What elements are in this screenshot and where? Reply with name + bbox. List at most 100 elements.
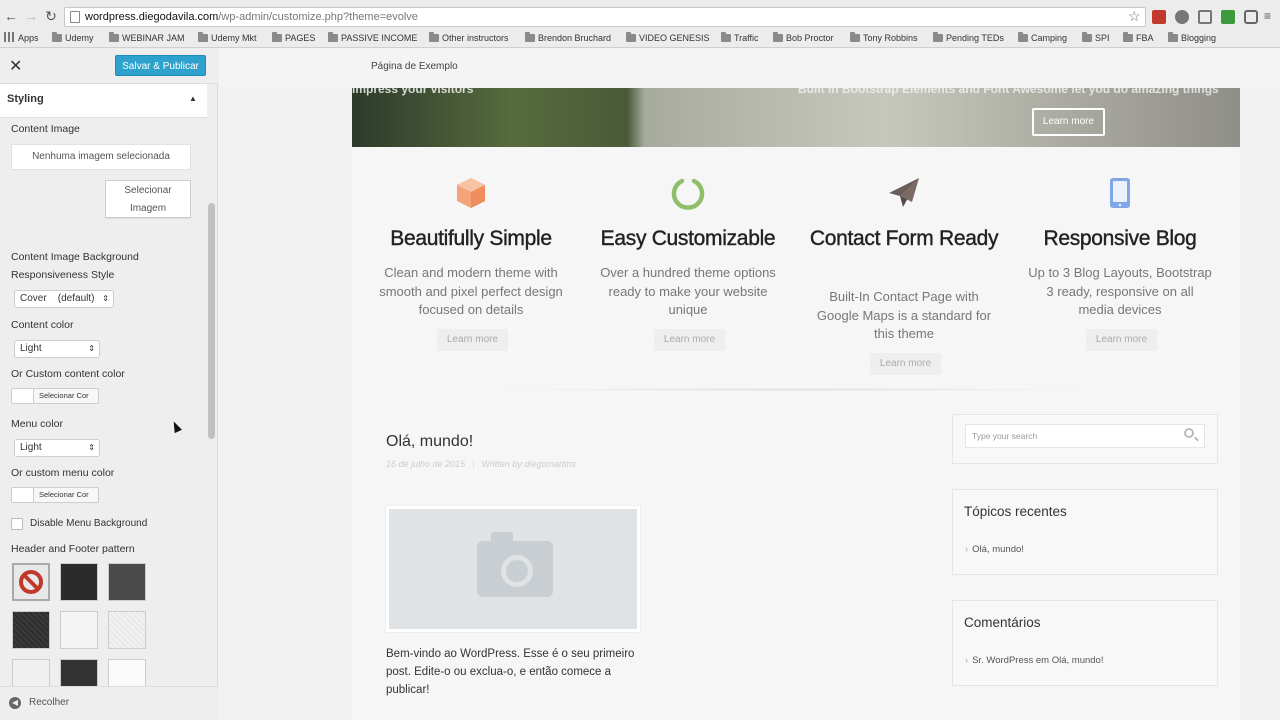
folder-icon (525, 32, 535, 42)
folder-icon (933, 32, 943, 42)
post-date[interactable]: 16 de julho de 2015 (386, 459, 465, 469)
section-divider (492, 388, 1092, 391)
pattern-option[interactable] (108, 659, 146, 688)
hero-learn-more-button[interactable]: Learn more (1032, 108, 1105, 136)
comment-on: em (1035, 655, 1050, 666)
bg-style-label: Content Image Background Responsiveness … (11, 251, 139, 281)
site-preview: Página de Exemplo impress your visitors … (219, 48, 1280, 720)
disable-menu-bg-checkbox[interactable] (11, 518, 23, 530)
bookmark-apps[interactable]: Apps (5, 32, 39, 44)
comment-author[interactable]: Sr. WordPress (972, 655, 1033, 666)
bookmark-folder[interactable]: Udemy Mkt (198, 32, 257, 44)
menu-icon[interactable]: ≡ (1264, 10, 1274, 24)
bookmark-folder[interactable]: VIDEO GENESIS (626, 32, 710, 44)
bookmark-folder[interactable]: Other instructors (429, 32, 509, 44)
collapse-button[interactable]: ◀ Recolher (0, 686, 218, 720)
bookmark-folder[interactable]: PAGES (272, 32, 315, 44)
menu-color-select[interactable]: Light ⇕ (14, 439, 100, 457)
panel-scrollbar[interactable] (208, 203, 215, 439)
folder-icon (52, 32, 62, 42)
bookmark-folder[interactable]: Camping (1018, 32, 1067, 44)
folder-icon (328, 32, 338, 42)
pattern-option[interactable] (12, 659, 50, 688)
folder-icon (198, 32, 208, 42)
bookmark-folder[interactable]: FBA (1123, 32, 1154, 44)
select-value: Light (20, 442, 42, 453)
bookmark-label: PAGES (285, 33, 316, 43)
bookmark-folder[interactable]: WEBINAR JAM (109, 32, 185, 44)
no-pattern-icon (19, 570, 43, 594)
custom-content-color-label: Or Custom content color (11, 368, 125, 380)
select-image-button[interactable]: Selecionar Imagem (105, 180, 191, 218)
color-picker-label: Selecionar Cor (39, 391, 89, 400)
pattern-option[interactable] (60, 611, 98, 649)
comment-post-link[interactable]: Olá, mundo! (1052, 655, 1104, 666)
post-title[interactable]: Olá, mundo! (386, 433, 473, 451)
pattern-option[interactable] (108, 563, 146, 601)
extension-icon[interactable] (1175, 10, 1189, 24)
bookmark-folder[interactable]: Udemy (52, 32, 94, 44)
post-author[interactable]: Written by diegomartins (481, 459, 576, 469)
bookmark-label: Pending TEDs (946, 33, 1004, 43)
bookmark-label: Other instructors (442, 33, 509, 43)
extension-icon[interactable] (1152, 10, 1166, 24)
learn-more-button[interactable]: Learn more (437, 329, 508, 351)
pattern-none-option[interactable] (12, 563, 50, 601)
search-input[interactable]: Type your search (965, 424, 1205, 448)
learn-more-button[interactable]: Learn more (870, 353, 941, 375)
select-arrows-icon: ⇕ (88, 344, 95, 353)
learn-more-button[interactable]: Learn more (654, 329, 725, 351)
styling-section-header[interactable]: Styling ▲ (0, 84, 207, 118)
extension-icon[interactable] (1221, 10, 1235, 24)
panel-header: ✕ Salvar & Publicar (0, 48, 218, 84)
save-publish-button[interactable]: Salvar & Publicar (115, 55, 206, 76)
feature-title: Beautifully Simple (390, 227, 552, 250)
recent-post-link[interactable]: Olá, mundo! (972, 544, 1024, 555)
bookmark-folder[interactable]: Bob Proctor (773, 32, 834, 44)
bookmarks-bar: Apps Udemy WEBINAR JAM Udemy Mkt PAGES P… (0, 30, 1280, 46)
post-thumbnail[interactable] (386, 506, 640, 632)
feature-title: Contact Form Ready (809, 227, 999, 250)
bookmark-folder[interactable]: PASSIVE INCOME (328, 32, 417, 44)
bookmark-folder[interactable]: SPI (1082, 32, 1110, 44)
bookmark-folder[interactable]: Traffic (721, 32, 759, 44)
cast-icon[interactable] (1198, 10, 1212, 24)
panel-controls: Content Image Nenhuma imagem selecionada… (0, 118, 207, 688)
collapse-label: Recolher (29, 697, 70, 708)
reload-icon[interactable]: ↻ (43, 8, 59, 24)
search-icon[interactable] (1184, 428, 1194, 438)
forward-icon[interactable]: → (23, 8, 39, 24)
post-meta: 16 de julho de 2015 | Written by diegomart… (386, 459, 576, 469)
collapse-arrow-icon[interactable]: ▲ (189, 94, 197, 103)
bookmark-folder[interactable]: Tony Robbins (850, 32, 918, 44)
bookmark-label: Brendon Bruchard (538, 33, 612, 43)
folder-icon (109, 32, 119, 42)
content-image-label: Content Image (11, 123, 80, 135)
content-color-label: Content color (11, 319, 74, 331)
address-bar[interactable]: wordpress.diegodavila.com/wp-admin/custo… (64, 7, 1146, 27)
back-icon[interactable]: ← (3, 8, 19, 24)
pocket-icon[interactable] (1244, 10, 1258, 24)
pattern-option[interactable] (60, 563, 98, 601)
close-icon[interactable]: ✕ (9, 56, 22, 76)
bg-style-select[interactable]: Cover (default) ⇕ (14, 290, 114, 308)
bookmark-folder[interactable]: Brendon Bruchard (525, 32, 611, 44)
menu-color-picker[interactable]: Selecionar Cor (11, 487, 99, 503)
bookmark-folder[interactable]: Pending TEDs (933, 32, 1004, 44)
folder-icon (721, 32, 731, 42)
content-color-select[interactable]: Light ⇕ (14, 340, 100, 358)
recent-post-item[interactable]: › Olá, mundo! (965, 544, 1024, 555)
hero-right-text: Built In Bootstrap Elements and Font Awe… (798, 82, 1219, 96)
folder-icon (626, 32, 636, 42)
content-color-picker[interactable]: Selecionar Cor (11, 388, 99, 404)
pattern-option[interactable] (12, 611, 50, 649)
learn-more-button[interactable]: Learn more (1086, 329, 1157, 351)
page-menu-item[interactable]: Página de Exemplo (371, 61, 458, 72)
bookmark-folder[interactable]: Blogging (1168, 32, 1216, 44)
select-arrows-icon: ⇕ (102, 294, 109, 303)
bookmark-star-icon[interactable]: ☆ (1128, 8, 1141, 25)
select-value: Cover (default) (20, 293, 95, 304)
pattern-option[interactable] (108, 611, 146, 649)
pattern-option[interactable] (60, 659, 98, 688)
circle-notch-icon (671, 178, 705, 210)
